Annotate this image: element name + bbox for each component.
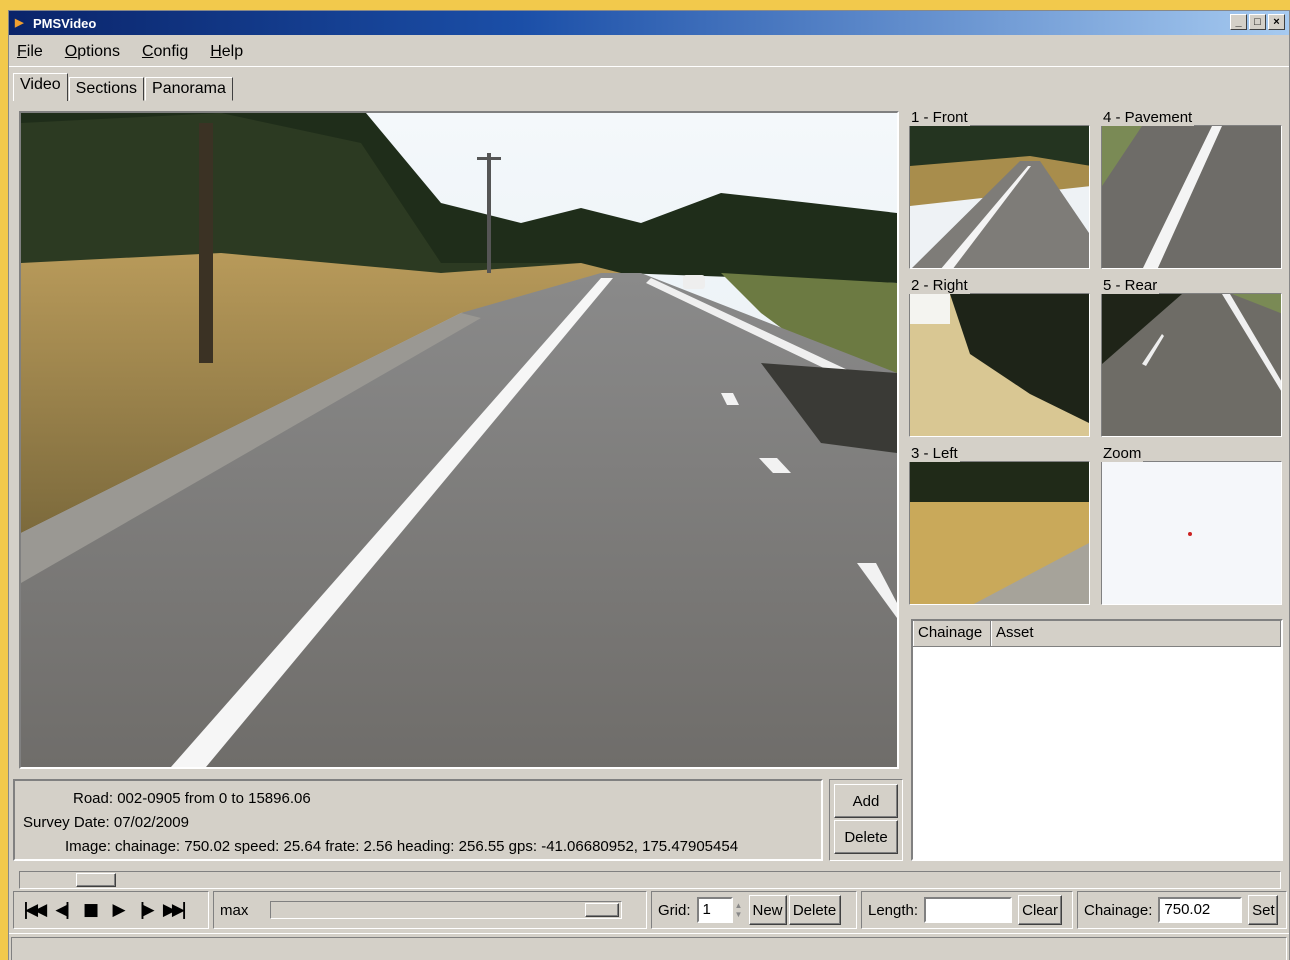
app-icon: ▶ xyxy=(15,17,24,29)
status-bar xyxy=(9,933,1289,960)
tab-video[interactable]: Video xyxy=(13,73,68,101)
spinner-down-icon[interactable]: ▼ xyxy=(735,910,743,919)
tab-sections[interactable]: Sections xyxy=(68,77,145,101)
asset-table-header: Chainage Asset xyxy=(913,621,1281,647)
title-bar[interactable]: ▶ PMSVideo _ □ × xyxy=(9,11,1289,35)
maximize-button[interactable]: □ xyxy=(1249,14,1266,30)
new-button[interactable]: New xyxy=(748,895,787,925)
skip-to-end-icon[interactable]: ▶▶| xyxy=(160,897,187,923)
camera-front-image xyxy=(909,125,1090,269)
chainage-controls: Chainage: 750.02 Set xyxy=(1077,891,1287,929)
menu-help[interactable]: Help xyxy=(210,43,243,61)
speed-slider[interactable] xyxy=(270,901,623,919)
camera-front[interactable]: 1 - Front xyxy=(905,109,1090,277)
grid-spinner[interactable]: ▲ ▼ xyxy=(733,897,745,923)
chainage-label: Chainage: xyxy=(1084,901,1153,919)
speed-control: max xyxy=(213,891,647,929)
app-window: ▶ PMSVideo _ □ × File Options Config Hel… xyxy=(8,10,1290,960)
length-controls: Length: Clear xyxy=(861,891,1073,929)
camera-rear-image xyxy=(1101,293,1282,437)
playback-controls: |◀◀ ◀| ■ ▶ |▶ ▶▶| xyxy=(13,891,209,929)
length-label: Length: xyxy=(868,901,919,919)
camera-rear-label: 5 - Rear xyxy=(1101,277,1160,294)
length-input[interactable] xyxy=(924,897,1013,923)
camera-left-label: 3 - Left xyxy=(909,445,960,462)
camera-left-image xyxy=(909,461,1090,605)
step-back-icon[interactable]: ◀| xyxy=(48,897,74,923)
menu-config[interactable]: Config xyxy=(142,43,188,61)
road-info: Road: 002-0905 from 0 to 15896.06 xyxy=(73,790,311,807)
camera-zoom[interactable]: Zoom xyxy=(1097,445,1282,613)
camera-pavement-image xyxy=(1101,125,1282,269)
camera-front-label: 1 - Front xyxy=(909,109,970,126)
delete-grid-button[interactable]: Delete xyxy=(788,895,841,925)
camera-pavement[interactable]: 4 - Pavement xyxy=(1097,109,1282,277)
spinner-up-icon[interactable]: ▲ xyxy=(735,901,743,910)
skip-to-start-icon[interactable]: |◀◀ xyxy=(20,897,47,923)
status-bar-panel xyxy=(11,937,1287,960)
control-bar: |◀◀ ◀| ■ ▶ |▶ ▶▶| max Grid: 1 ▲ ▼ New De… xyxy=(13,891,1287,931)
camera-right-label: 2 - Right xyxy=(909,277,970,294)
asset-table[interactable]: Chainage Asset xyxy=(911,619,1283,861)
speed-label: max xyxy=(220,901,249,919)
camera-left[interactable]: 3 - Left xyxy=(905,445,1090,613)
column-chainage[interactable]: Chainage xyxy=(913,621,991,646)
close-button[interactable]: × xyxy=(1268,14,1285,30)
main-video-view[interactable] xyxy=(19,111,899,769)
set-button[interactable]: Set xyxy=(1248,895,1279,925)
tab-strip: Video Sections Panorama xyxy=(13,73,234,101)
camera-rear[interactable]: 5 - Rear xyxy=(1097,277,1282,445)
camera-thumbnails: 1 - Front 4 - Pavement 2 - Right 5 - Rea… xyxy=(905,109,1285,609)
clear-button[interactable]: Clear xyxy=(1018,895,1063,925)
delete-asset-button[interactable]: Delete xyxy=(834,820,898,854)
window-title: PMSVideo xyxy=(33,15,97,31)
menu-file[interactable]: File xyxy=(17,43,43,61)
grid-controls: Grid: 1 ▲ ▼ New Delete xyxy=(651,891,857,929)
menu-options[interactable]: Options xyxy=(65,43,120,61)
camera-right[interactable]: 2 - Right xyxy=(905,277,1090,445)
asset-buttons: Add Delete xyxy=(829,779,903,861)
camera-zoom-label: Zoom xyxy=(1101,445,1144,462)
road-video-frame xyxy=(21,113,897,767)
tab-panorama[interactable]: Panorama xyxy=(145,77,233,101)
minimize-button[interactable]: _ xyxy=(1230,14,1247,30)
camera-pavement-label: 4 - Pavement xyxy=(1101,109,1195,126)
column-asset[interactable]: Asset xyxy=(991,621,1281,646)
position-slider-thumb[interactable] xyxy=(76,873,116,887)
menu-bar: File Options Config Help xyxy=(9,37,1289,67)
speed-slider-thumb[interactable] xyxy=(585,903,620,917)
position-slider[interactable] xyxy=(19,871,1281,889)
step-forward-icon[interactable]: |▶ xyxy=(132,897,158,923)
image-info: Image: chainage: 750.02 speed: 25.64 fra… xyxy=(65,838,739,855)
grid-input[interactable]: 1 xyxy=(696,897,733,923)
grid-label: Grid: xyxy=(658,901,691,919)
info-panel: Road: 002-0905 from 0 to 15896.06 Survey… xyxy=(13,779,823,861)
zoom-image xyxy=(1101,461,1282,605)
camera-right-image xyxy=(909,293,1090,437)
add-button[interactable]: Add xyxy=(834,784,898,818)
survey-date: Survey Date: 07/02/2009 xyxy=(23,814,189,831)
chainage-input[interactable]: 750.02 xyxy=(1158,897,1243,923)
play-icon[interactable]: ▶ xyxy=(104,897,130,923)
stop-icon[interactable]: ■ xyxy=(76,897,102,923)
